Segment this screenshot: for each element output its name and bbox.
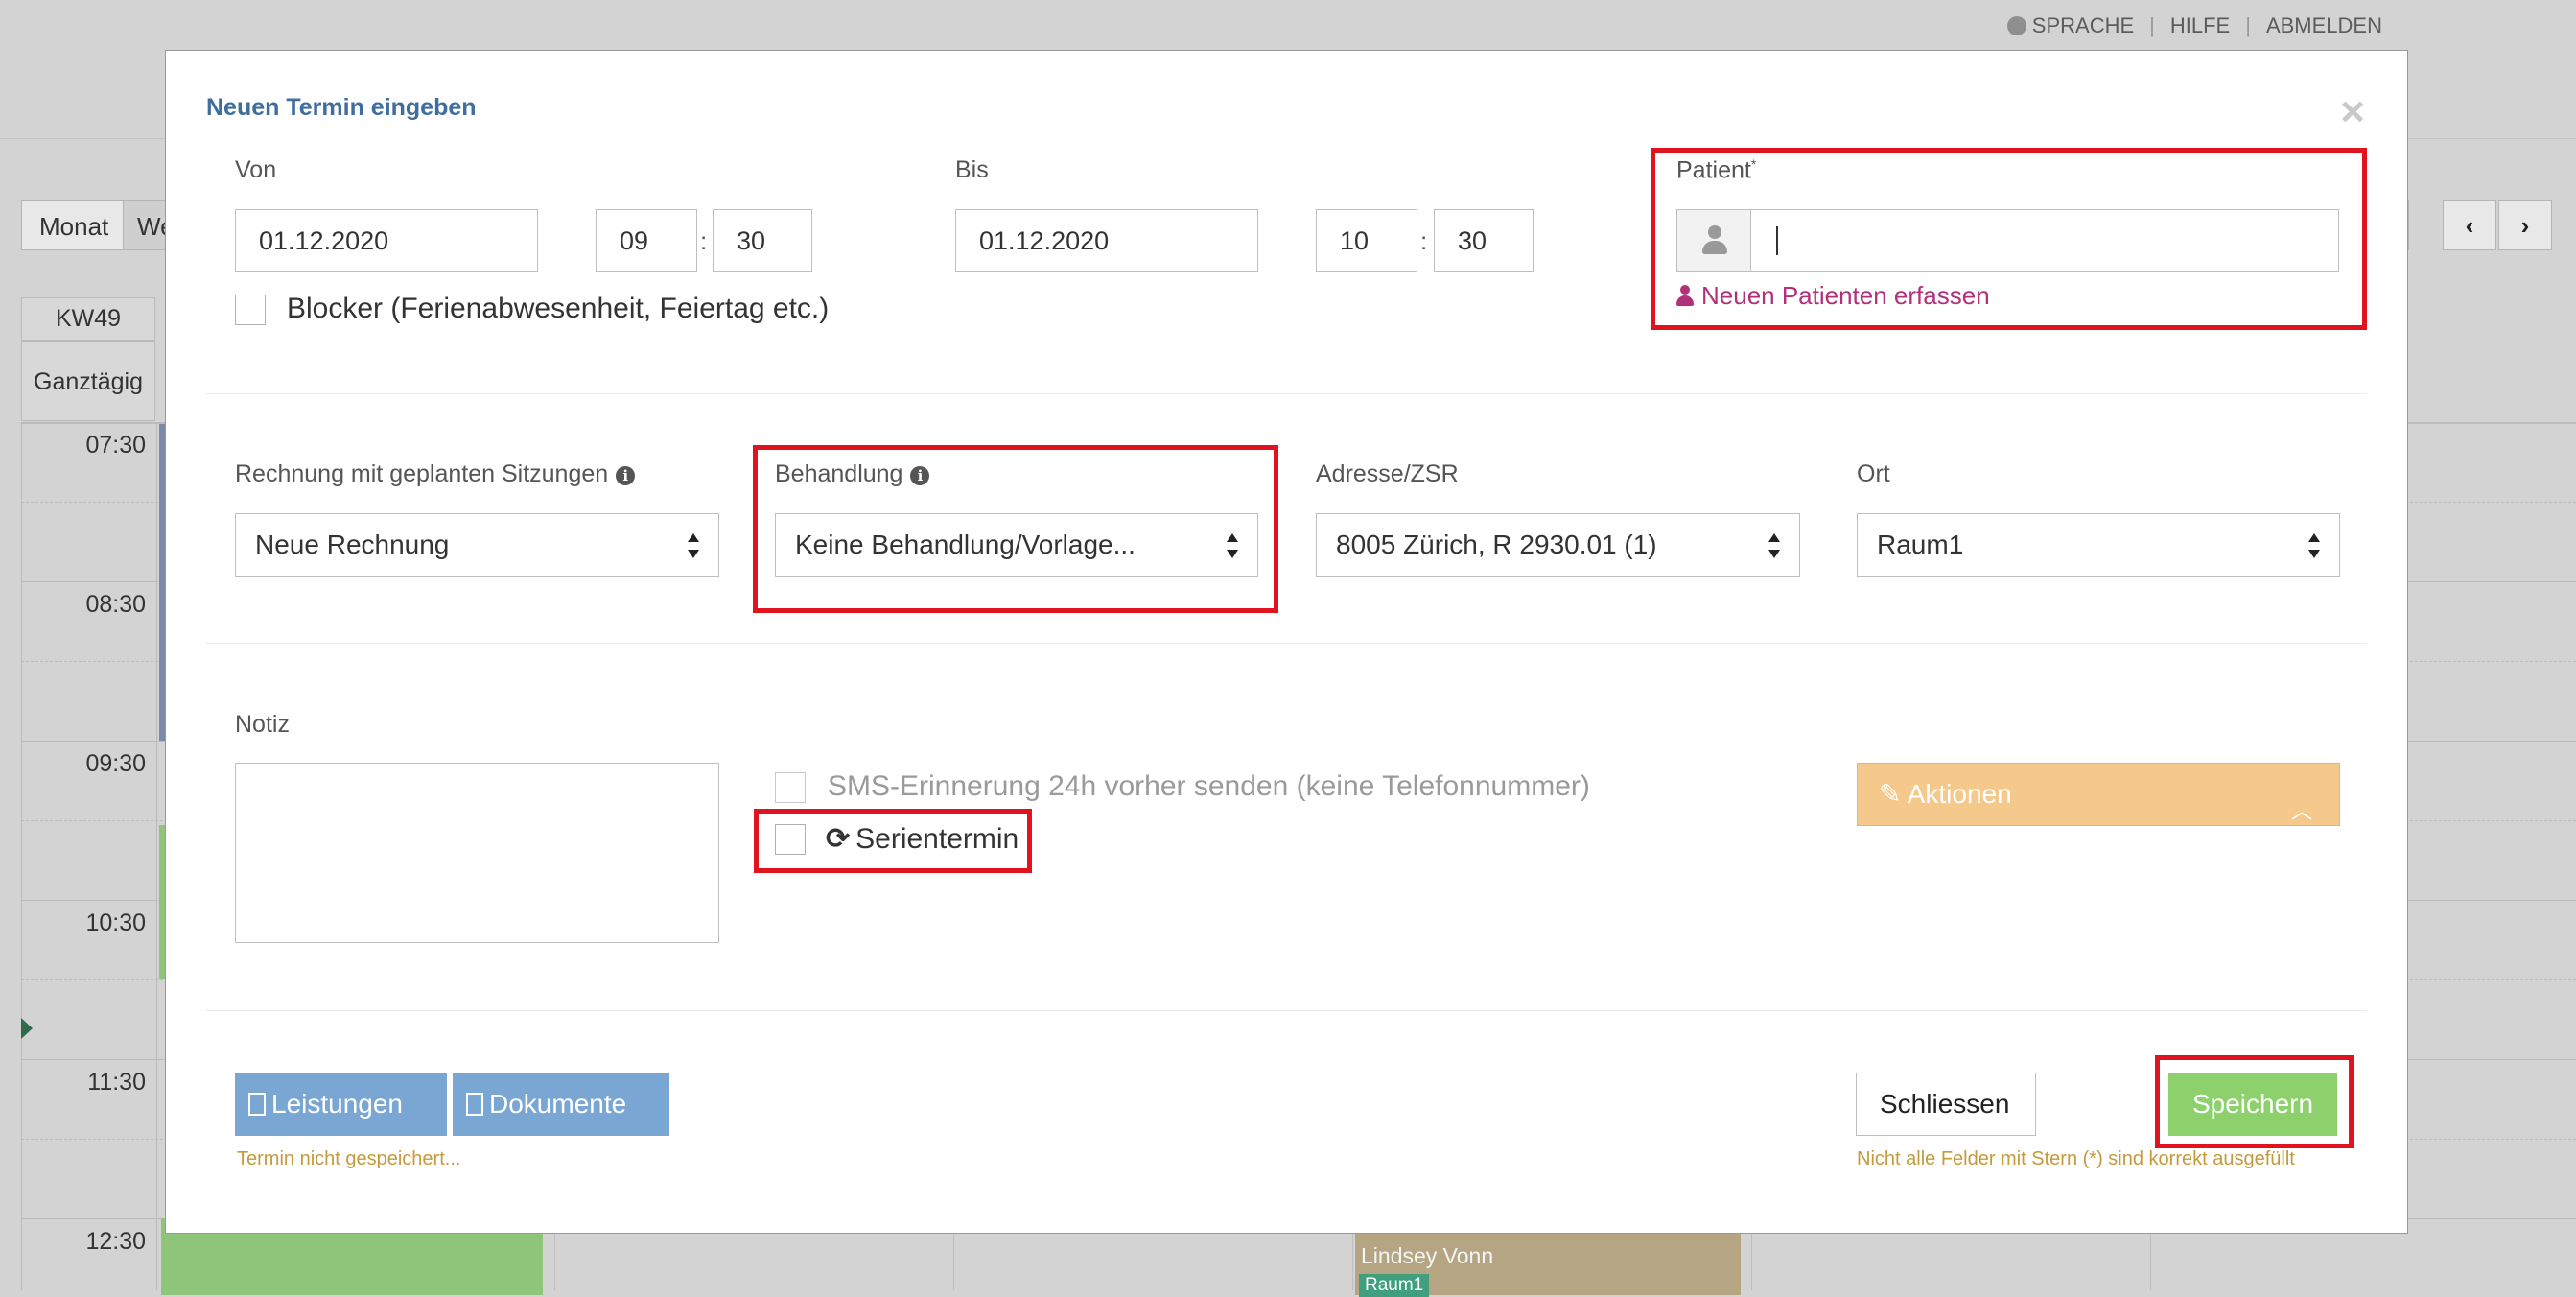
file-text-icon [466,1093,483,1116]
sms-label: SMS-Erinnerung 24h vorher senden (keine … [828,770,1590,802]
leistungen-button[interactable]: Leistungen [235,1073,447,1136]
patient-label: Patient* [1676,156,1756,184]
time-label: 12:30 [85,1228,146,1255]
new-patient-link-text: Neuen Patienten erfassen [1701,281,1990,310]
required-asterisk: * [1750,156,1757,172]
close-icon[interactable]: × [2340,91,2365,133]
serientermin-checkbox[interactable] [775,824,806,855]
event-name: Lindsey Vonn [1361,1243,1494,1268]
time-column [21,422,157,1290]
schliessen-button[interactable]: Schliessen [1856,1073,2036,1136]
sms-checkbox[interactable] [775,772,806,803]
top-navigation: SPRACHE | HILFE | ABMELDEN [2006,13,2382,38]
aktionen-label: Aktionen [1907,779,2012,809]
patient-search-input[interactable] [1750,209,2339,272]
view-month-button[interactable]: Monat [21,200,128,250]
behandlung-label-text: Behandlung [775,460,903,487]
select-arrows-icon [1227,533,1238,558]
serientermin-label-text: Serientermin [855,823,1019,855]
section-divider [206,643,2367,644]
globe-icon [2006,16,2026,35]
event-room-badge: Raum1 [1359,1274,1430,1297]
speichern-button[interactable]: Speichern [2168,1073,2337,1136]
select-arrows-icon [688,533,699,558]
adresse-select[interactable]: 8005 Zürich, R 2930.01 (1) [1316,513,1800,577]
von-minute-input[interactable]: 30 [713,209,812,272]
time-colon: : [700,226,708,255]
new-appointment-dialog: Neuen Termin eingeben × Von 01.12.2020 0… [165,50,2408,1234]
blocker-label: Blocker (Ferienabwesenheit, Feiertag etc… [287,293,830,324]
prev-week-button[interactable]: ‹ [2443,200,2496,250]
blocker-checkbox[interactable] [235,295,266,325]
bis-hour-input[interactable]: 10 [1316,209,1417,272]
patient-label-text: Patient [1676,156,1751,184]
chevron-right-icon: › [2520,211,2530,240]
section-divider [206,393,2367,394]
leistungen-label: Leistungen [271,1089,404,1119]
adresse-label: Adresse/ZSR [1316,460,1459,487]
required-fields-hint: Nicht alle Felder mit Stern (*) sind kor… [1857,1148,2295,1169]
time-label: 07:30 [85,432,146,459]
ort-select-value: Raum1 [1877,530,1964,559]
allday-label: Ganztägig [21,341,155,421]
von-label: Von [235,156,277,183]
week-number: KW49 [21,297,155,341]
file-icon [248,1093,266,1116]
section-divider [206,1010,2367,1011]
von-hour-input[interactable]: 09 [596,209,697,272]
notiz-textarea[interactable] [235,763,719,943]
dokumente-label: Dokumente [489,1089,627,1119]
time-label: 08:30 [85,591,146,618]
von-date-input[interactable]: 01.12.2020 [235,209,538,272]
language-link[interactable]: SPRACHE [2032,13,2134,38]
ort-select[interactable]: Raum1 [1857,513,2340,577]
behandlung-select[interactable]: Keine Behandlung/Vorlage... [775,513,1258,577]
patient-addon [1676,209,1751,272]
rechnung-label: Rechnung mit geplanten Sitzungen i [235,460,636,488]
rechnung-select[interactable]: Neue Rechnung [235,513,719,577]
dialog-title: Neuen Termin eingeben [206,94,477,121]
info-icon[interactable]: i [910,466,930,485]
rechnung-select-value: Neue Rechnung [255,530,450,559]
time-colon: : [1420,226,1428,255]
serientermin-label: ⟳ Serientermin [826,822,1019,856]
dokumente-button[interactable]: Dokumente [453,1073,669,1136]
not-saved-hint: Termin nicht gespeichert... [237,1148,461,1169]
notiz-label: Notiz [235,711,290,738]
behandlung-select-value: Keine Behandlung/Vorlage... [795,530,1136,559]
bis-date-input[interactable]: 01.12.2020 [955,209,1258,272]
help-link[interactable]: HILFE [2170,13,2230,38]
select-arrows-icon [2308,533,2320,558]
new-patient-link[interactable]: Neuen Patienten erfassen [1676,281,1990,311]
text-cursor [1776,226,1778,255]
edit-icon: ✎ [1879,779,1902,809]
reload-icon: ⟳ [826,823,851,855]
nav-separator: | [2245,13,2251,37]
select-arrows-icon [1768,533,1780,558]
behandlung-label: Behandlung i [775,460,930,488]
chevron-up-icon: ︿ [2290,799,2312,823]
next-week-button[interactable]: › [2498,200,2552,250]
logout-link[interactable]: ABMELDEN [2266,13,2382,38]
nav-separator: | [2149,13,2155,37]
user-icon [1702,225,1727,258]
time-label: 10:30 [85,909,146,936]
info-icon[interactable]: i [616,466,636,485]
bis-label: Bis [955,156,989,183]
current-time-marker [21,1018,33,1039]
chevron-left-icon: ‹ [2465,211,2474,240]
user-icon [1676,285,1694,306]
rechnung-label-text: Rechnung mit geplanten Sitzungen [235,460,609,487]
time-label: 11:30 [87,1069,146,1096]
ort-label: Ort [1857,460,1890,487]
bis-minute-input[interactable]: 30 [1434,209,1534,272]
time-label: 09:30 [85,750,146,777]
aktionen-button[interactable]: ✎ Aktionen ︿ [1857,763,2340,826]
adresse-select-value: 8005 Zürich, R 2930.01 (1) [1336,530,1657,559]
